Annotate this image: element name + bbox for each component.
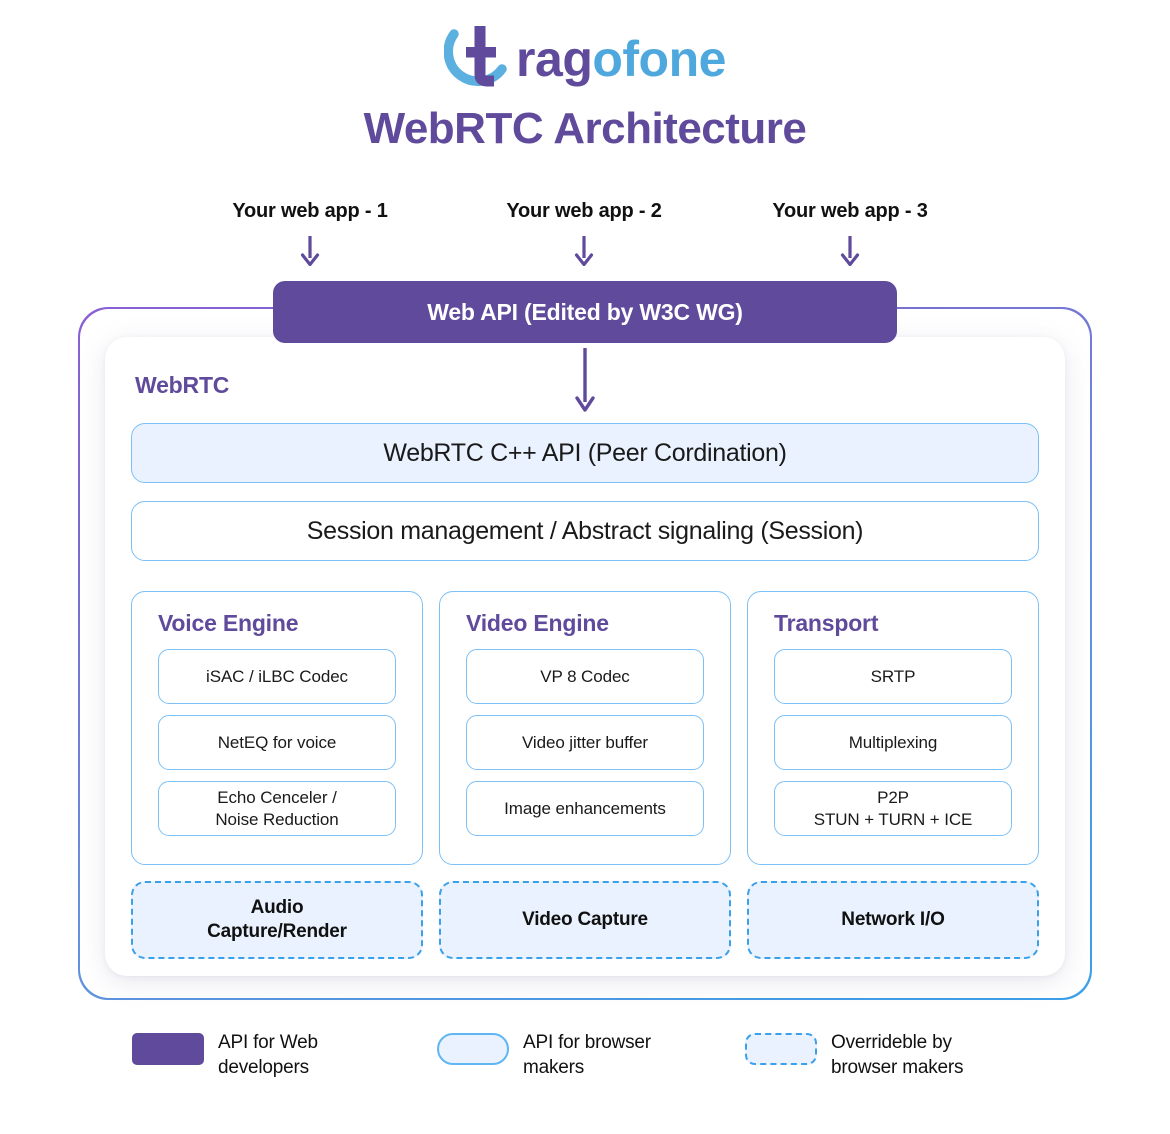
voice-engine-items: iSAC / iLBC Codec NetEQ for voice Echo C…: [132, 649, 422, 836]
web-app-3-label: Your web app - 3: [772, 200, 928, 222]
transport-panel: Transport SRTP Multiplexing P2P STUN + T…: [747, 591, 1039, 865]
video-engine-items: VP 8 Codec Video jitter buffer Image enh…: [440, 649, 730, 836]
engine-item-line1: Echo Cenceler /: [217, 788, 337, 808]
engine-item-line1: Multiplexing: [848, 732, 938, 752]
transport-items: SRTP Multiplexing P2P STUN + TURN + ICE: [748, 649, 1038, 836]
logo-text-dark: rag: [516, 31, 593, 87]
engine-item-line2: Noise Reduction: [215, 809, 339, 829]
engine-item[interactable]: NetEQ for voice: [158, 715, 396, 770]
engine-item-line1: VP 8 Codec: [540, 666, 630, 686]
engine-item-line1: SRTP: [870, 666, 916, 686]
legend-label: API for Web developers: [218, 1032, 318, 1079]
solid-purple-swatch-icon: [132, 1033, 204, 1065]
legend: API for Web developers API for browser m…: [0, 1030, 1170, 1110]
engine-item[interactable]: iSAC / iLBC Codec: [158, 649, 396, 704]
dashed-box-line1: Audio: [250, 896, 304, 918]
web-app-2: Your web app - 2: [454, 200, 714, 266]
engine-item[interactable]: Echo Cenceler / Noise Reduction: [158, 781, 396, 836]
page-title: WebRTC Architecture: [363, 104, 807, 153]
transport-title: Transport: [774, 610, 879, 636]
video-capture-box[interactable]: Video Capture: [439, 881, 731, 959]
legend-label: API for browser makers: [523, 1032, 651, 1079]
video-engine-panel: Video Engine VP 8 Codec Video jitter buf…: [439, 591, 731, 865]
web-app-1: Your web app - 1: [180, 200, 440, 266]
session-management-box[interactable]: Session management / Abstract signaling …: [131, 501, 1039, 561]
web-app-2-label: Your web app - 2: [506, 200, 662, 222]
legend-item: API for Web developers: [132, 1030, 318, 1081]
engine-item-line1: Image enhancements: [504, 798, 666, 818]
arrow-down-icon: [840, 236, 860, 266]
dashed-lightblue-swatch-icon: [745, 1033, 817, 1065]
legend-item: API for browser makers: [437, 1030, 651, 1081]
web-app-3: Your web app - 3: [720, 200, 980, 266]
engine-item-line1: Video jitter buffer: [522, 732, 648, 752]
engine-item-line1: NetEQ for voice: [217, 732, 337, 752]
video-engine-title: Video Engine: [466, 610, 609, 636]
webrtc-cpp-api-box[interactable]: WebRTC C++ API (Peer Cordination): [131, 423, 1039, 483]
engine-item-line2: STUN + TURN + ICE: [813, 809, 973, 829]
engine-item[interactable]: SRTP: [774, 649, 1012, 704]
engine-item-line1: P2P: [877, 788, 909, 808]
engine-item[interactable]: Image enhancements: [466, 781, 704, 836]
webrtc-section-label: WebRTC: [135, 372, 230, 398]
logo-text-light: ofone: [592, 31, 726, 87]
tragofone-swoosh-logo-icon: [443, 21, 518, 91]
engine-item[interactable]: Multiplexing: [774, 715, 1012, 770]
engine-item[interactable]: P2P STUN + TURN + ICE: [774, 781, 1012, 836]
brand-logo: ragofone: [0, 0, 1170, 90]
dashed-box-line1: Network I/O: [841, 908, 945, 930]
web-app-1-label: Your web app - 1: [232, 200, 388, 222]
rounded-lightblue-swatch-icon: [437, 1033, 509, 1065]
arrow-down-icon: [575, 348, 595, 412]
voice-engine-title: Voice Engine: [158, 610, 299, 636]
engine-item[interactable]: VP 8 Codec: [466, 649, 704, 704]
dashed-box-line1: Video Capture: [522, 908, 648, 930]
web-api-bar[interactable]: Web API (Edited by W3C WG): [273, 281, 897, 343]
arrow-down-icon: [300, 236, 320, 266]
engine-item-line1: iSAC / iLBC Codec: [206, 666, 348, 686]
arrow-down-icon: [574, 236, 594, 266]
audio-capture-render-box[interactable]: Audio Capture/Render: [131, 881, 423, 959]
voice-engine-panel: Voice Engine iSAC / iLBC Codec NetEQ for…: [131, 591, 423, 865]
legend-label: Overrideble by browser makers: [831, 1032, 964, 1079]
dashed-box-line2: Capture/Render: [207, 921, 347, 942]
legend-item: Overrideble by browser makers: [745, 1030, 964, 1081]
network-io-box[interactable]: Network I/O: [747, 881, 1039, 959]
web-apps-row: Your web app - 1 Your web app - 2 Your w…: [0, 200, 1170, 284]
engine-item[interactable]: Video jitter buffer: [466, 715, 704, 770]
